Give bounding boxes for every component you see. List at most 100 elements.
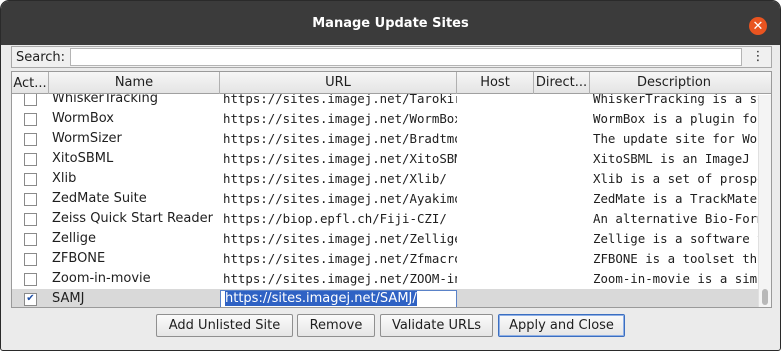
selected-url-text: https://sites.imagej.net/SAMJ/	[225, 291, 417, 306]
description-cell[interactable]: An alternative Bio-Forma...	[590, 209, 758, 229]
table-row[interactable]: XitoSBML https://sites.imagej.net/XitoSBM…	[12, 149, 758, 169]
url-edit-field[interactable]: https://sites.imagej.net/SAMJ/	[220, 290, 457, 307]
search-bar: Search: ⋮	[11, 46, 772, 68]
remove-button[interactable]: Remove	[297, 314, 375, 337]
directory-cell[interactable]	[534, 229, 590, 249]
table-row[interactable]: Zeiss Quick Start Reader https://biop.epf…	[12, 209, 758, 229]
url-cell: https://sites.imagej.net/SAMJ/	[220, 289, 457, 307]
active-cell	[12, 209, 49, 229]
vertical-scrollbar[interactable]	[758, 95, 771, 307]
site-name-cell[interactable]: XitoSBML	[49, 149, 220, 169]
close-icon[interactable]: ✕	[749, 17, 767, 35]
site-name-cell[interactable]: Zellige	[49, 229, 220, 249]
table-row[interactable]: WormSizer https://sites.imagej.net/Bradtm…	[12, 129, 758, 149]
directory-cell[interactable]	[534, 149, 590, 169]
description-cell[interactable]	[590, 289, 758, 307]
active-cell	[12, 249, 49, 269]
host-cell[interactable]	[457, 129, 534, 149]
active-cell: ✔	[12, 289, 49, 307]
column-header-name[interactable]: Name	[49, 72, 220, 94]
search-label: Search:	[16, 49, 66, 65]
active-checkbox[interactable]	[24, 192, 37, 206]
apply-and-close-button[interactable]: Apply and Close	[498, 314, 625, 337]
column-header-description[interactable]: Description	[590, 72, 758, 94]
table-row[interactable]: Zellige https://sites.imagej.net/Zellige/…	[12, 229, 758, 249]
active-checkbox[interactable]	[24, 252, 37, 266]
description-cell[interactable]: XitoSBML is an ImageJ pl...	[590, 149, 758, 169]
button-bar: Add Unlisted Site Remove Validate URLs A…	[1, 314, 780, 338]
active-checkbox[interactable]	[24, 212, 37, 226]
site-name-cell[interactable]: ZFBONE	[49, 249, 220, 269]
url-cell[interactable]: https://sites.imagej.net/XitoSBML/	[220, 149, 457, 169]
active-checkbox[interactable]	[24, 112, 37, 126]
url-cell[interactable]: https://sites.imagej.net/Zfmacros/	[220, 249, 457, 269]
host-cell[interactable]	[457, 269, 534, 289]
url-cell[interactable]: https://sites.imagej.net/Ayakimovic...	[220, 189, 457, 209]
active-checkbox[interactable]: ✔	[24, 292, 37, 306]
description-cell[interactable]: Xlib is a set of prospectiv...	[590, 169, 758, 189]
site-name-cell[interactable]: SAMJ	[49, 289, 220, 307]
url-cell[interactable]: https://sites.imagej.net/Zellige/	[220, 229, 457, 249]
host-cell[interactable]	[457, 209, 534, 229]
table-row[interactable]: ✔ SAMJ https://sites.imagej.net/SAMJ/	[12, 289, 758, 307]
active-checkbox[interactable]	[24, 92, 37, 106]
site-name-cell[interactable]: ZedMate Suite	[49, 189, 220, 209]
description-cell[interactable]: ZedMate is a TrackMate-b...	[590, 189, 758, 209]
column-header-url[interactable]: URL	[220, 72, 457, 94]
active-checkbox[interactable]	[24, 152, 37, 166]
host-cell[interactable]	[457, 289, 534, 307]
table-row[interactable]: WormBox https://sites.imagej.net/WormBox/…	[12, 109, 758, 129]
active-cell	[12, 149, 49, 169]
url-cell[interactable]: https://sites.imagej.net/ZOOM-in-m...	[220, 269, 457, 289]
active-cell	[12, 129, 49, 149]
site-name-cell[interactable]: WormBox	[49, 109, 220, 129]
directory-cell[interactable]	[534, 289, 590, 307]
description-cell[interactable]: WormBox is a plugin for	[590, 109, 758, 129]
site-name-cell[interactable]: Zoom-in-movie	[49, 269, 220, 289]
search-input[interactable]	[70, 48, 742, 66]
description-cell[interactable]: Zellige is a software tool ...	[590, 229, 758, 249]
table-row[interactable]: Zoom-in-movie https://sites.imagej.net/ZO…	[12, 269, 758, 289]
description-cell[interactable]: The update site for Worm...	[590, 129, 758, 149]
add-unlisted-site-button[interactable]: Add Unlisted Site	[156, 314, 293, 337]
directory-cell[interactable]	[534, 249, 590, 269]
active-checkbox[interactable]	[24, 232, 37, 246]
site-name-cell[interactable]: Xlib	[49, 169, 220, 189]
column-header-active[interactable]: Act...	[12, 72, 49, 94]
directory-cell[interactable]	[534, 109, 590, 129]
active-checkbox[interactable]	[24, 132, 37, 146]
manage-update-sites-dialog: Manage Update Sites ✕ Search: ⋮ WhiskerT…	[0, 0, 781, 351]
table-row[interactable]: Xlib https://sites.imagej.net/Xlib/Xlib i…	[12, 169, 758, 189]
scrollbar-thumb[interactable]	[762, 289, 768, 305]
check-icon: ✔	[26, 293, 35, 304]
directory-cell[interactable]	[534, 189, 590, 209]
active-cell	[12, 189, 49, 209]
url-cell[interactable]: https://biop.epfl.ch/Fiji-CZI/	[220, 209, 457, 229]
validate-urls-button[interactable]: Validate URLs	[380, 314, 493, 337]
description-cell[interactable]: Zoom-in-movie is a simpl...	[590, 269, 758, 289]
url-cell[interactable]: https://sites.imagej.net/Bradtmoore/	[220, 129, 457, 149]
url-cell[interactable]: https://sites.imagej.net/WormBox/	[220, 109, 457, 129]
host-cell[interactable]	[457, 169, 534, 189]
column-header-directory[interactable]: Direct...	[534, 72, 590, 94]
active-checkbox[interactable]	[24, 272, 37, 286]
url-cell[interactable]: https://sites.imagej.net/Xlib/	[220, 169, 457, 189]
active-checkbox[interactable]	[24, 172, 37, 186]
host-cell[interactable]	[457, 229, 534, 249]
active-cell	[12, 229, 49, 249]
directory-cell[interactable]	[534, 169, 590, 189]
kebab-menu-icon[interactable]: ⋮	[749, 48, 767, 66]
site-name-cell[interactable]: WormSizer	[49, 129, 220, 149]
table-row[interactable]: ZedMate Suite https://sites.imagej.net/Ay…	[12, 189, 758, 209]
directory-cell[interactable]	[534, 129, 590, 149]
site-name-cell[interactable]: Zeiss Quick Start Reader	[49, 209, 220, 229]
directory-cell[interactable]	[534, 209, 590, 229]
host-cell[interactable]	[457, 189, 534, 209]
directory-cell[interactable]	[534, 269, 590, 289]
table-row[interactable]: ZFBONE https://sites.imagej.net/Zfmacros/…	[12, 249, 758, 269]
description-cell[interactable]: ZFBONE is a toolset that ...	[590, 249, 758, 269]
host-cell[interactable]	[457, 149, 534, 169]
column-header-host[interactable]: Host	[457, 72, 534, 94]
host-cell[interactable]	[457, 249, 534, 269]
host-cell[interactable]	[457, 109, 534, 129]
